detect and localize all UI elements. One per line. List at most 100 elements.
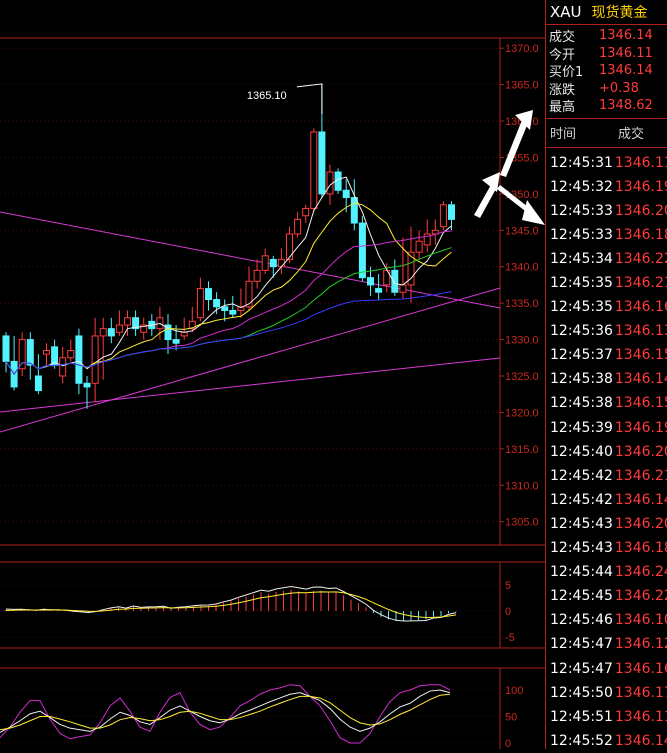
candle-body [448,204,455,220]
candle-body [43,350,50,355]
candle-body [205,288,212,301]
trade-time: 12:45:38 [550,395,613,412]
quote-label: 最高 [549,100,576,116]
panel-header: XAU 现货黄金 [546,0,667,25]
trade-row: 12:45:471346.12 [546,632,667,656]
candle-body [375,288,383,293]
candle-body [124,317,131,326]
trade-price: 1346.24 [614,564,667,581]
candle-body [261,255,269,271]
quote-row: 买价1 1346.14 [546,62,667,80]
quote-row: 成交 1346.14 [546,27,667,45]
trade-row: 12:45:341346.22 [546,247,667,271]
candle-body [294,218,302,235]
price-tick-label: 1330.0 [505,335,539,347]
quote-list: 成交 1346.14 今开 1346.11 买价1 1346.14 涨跌 +0.38 最高 134… [546,25,667,115]
trade-price: 1346.15 [614,395,667,412]
candle-body [391,269,399,293]
candle-body [2,335,10,362]
trade-row: 12:45:351346.21 [546,271,667,295]
macd-tick-label: -5 [505,632,515,644]
trade-time: 12:45:51 [550,708,613,725]
price-tick-label: 1310.0 [505,480,539,492]
candle-body [59,357,67,377]
trade-time: 12:45:50 [550,684,613,701]
quote-panel: XAU 现货黄金 成交 1346.14 今开 1346.11 买价1 1346.14 涨跌 +… [545,0,667,749]
trade-price: 1346.21 [614,467,667,484]
candle-body [439,204,447,228]
trade-price: 1346.10 [614,612,667,629]
price-tick-label: 1360.0 [505,116,539,128]
candle-body [107,328,115,337]
candle-body [399,284,407,293]
trade-price: 1346.21 [614,275,667,292]
trade-price: 1346.18 [614,226,667,243]
quote-label: 买价1 [549,65,584,81]
quote-value: 1346.11 [599,45,653,61]
candle-body [75,335,83,384]
candle-body [26,339,34,366]
trendline-low [0,357,501,413]
candle-body [91,335,99,384]
trade-time: 12:45:42 [550,491,613,508]
trade-row: 12:45:391346.19 [546,416,667,440]
quote-row: 最高 1348.62 [546,97,667,115]
trade-row: 12:45:431346.18 [546,536,667,560]
trade-time: 12:45:39 [550,419,613,436]
price-tick-label: 1325.0 [505,371,539,383]
trade-row: 12:45:431346.20 [546,512,667,536]
quote-label: 涨跌 [549,82,576,98]
candle-body [350,197,358,224]
kdj-k-line [0,689,451,733]
trade-row: 12:45:471346.16 [546,656,667,680]
trades-header: 时间 成交 [546,117,667,148]
trade-row: 12:45:361346.13 [546,319,667,343]
candle-body [367,277,374,286]
price-chart: 1370.0 1365.0 1360.0 1355.0 1350.0 1345.0 1340… [0,37,545,749]
trade-price: 1346.20 [614,202,667,219]
trade-time: 12:45:36 [550,323,613,340]
trade-row: 12:45:311346.11 [546,151,667,175]
trade-time: 12:45:40 [550,443,613,460]
candle-body [221,306,229,311]
trade-price: 1346.22 [614,588,667,605]
trade-time: 12:45:32 [550,178,613,195]
trade-price: 1346.15 [614,347,667,364]
macd-tick-label: 0 [505,606,511,618]
candle-body [115,324,123,333]
trade-row: 12:45:421346.21 [546,464,667,488]
candle-body [213,299,221,308]
trade-time: 12:45:47 [550,636,613,653]
price-tick-label: 1315.0 [505,444,539,456]
trade-time: 12:45:33 [550,226,613,243]
candle-body [253,269,261,282]
candle-body [172,339,180,344]
symbol-code: XAU [550,3,582,21]
candle-body [67,350,75,359]
trade-time: 12:45:42 [550,467,613,484]
trade-price: 1346.19 [614,178,667,195]
trade-price: 1346.20 [614,515,667,532]
trade-row: 12:45:321346.19 [546,175,667,199]
trade-time: 12:45:43 [550,540,613,557]
high-annotation-label: 1365.10 [247,90,287,102]
trade-row: 12:45:421346.14 [546,488,667,512]
trade-time: 12:45:46 [550,612,613,629]
candle-body [277,258,285,268]
candle-body [18,339,26,370]
symbol-name: 现货黄金 [591,5,648,21]
trade-time: 12:45:43 [550,515,613,532]
trade-price: 1346.14 [614,491,667,508]
trade-row: 12:45:381346.15 [546,391,667,415]
candle-body [310,131,318,209]
trades-list[interactable]: 12:45:311346.1112:45:321346.1912:45:3313… [546,148,667,753]
trade-time: 12:45:33 [550,202,613,219]
trade-row: 12:45:331346.20 [546,199,667,223]
price-tick-label: 1370.0 [505,43,539,55]
quote-label: 成交 [549,30,576,46]
trade-price: 1346.18 [614,540,667,557]
trade-price: 1346.19 [614,419,667,436]
trades-header-time: 时间 [550,127,577,142]
quote-value: 1348.62 [599,98,653,114]
price-tick-label: 1340.0 [505,262,539,274]
